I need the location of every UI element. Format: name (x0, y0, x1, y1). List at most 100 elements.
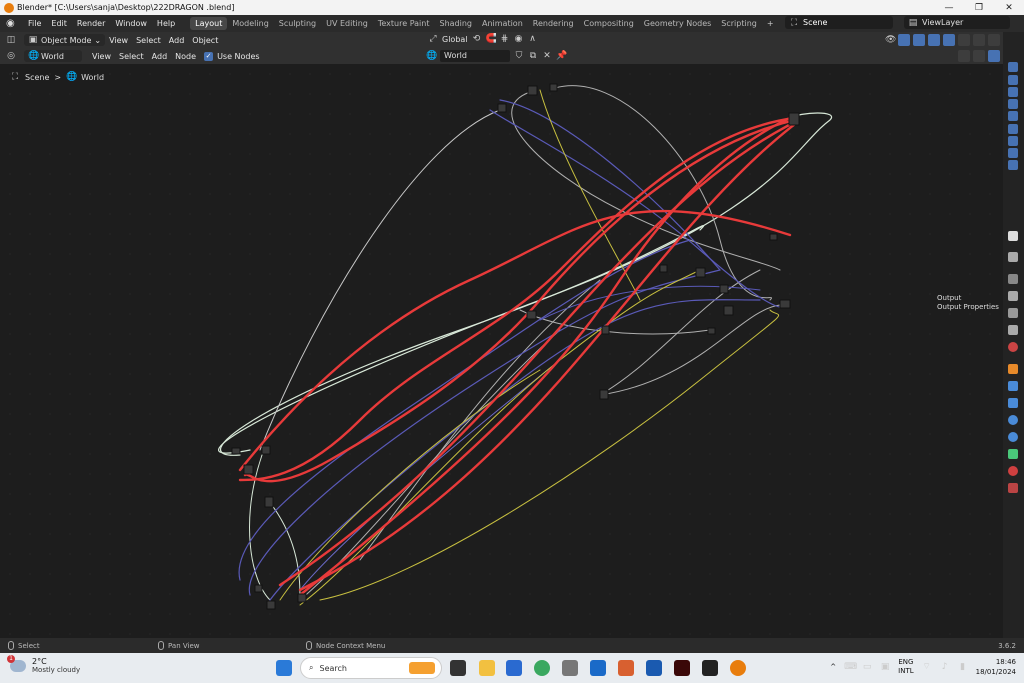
camera-tab-icon[interactable] (1008, 160, 1018, 170)
mouse-left-icon (8, 641, 14, 650)
status-pan: Pan View (158, 641, 199, 650)
constraints-tab-icon[interactable] (1008, 432, 1018, 442)
search-icon: ⌕ (309, 663, 314, 672)
store-icon[interactable] (506, 660, 522, 676)
lang-primary: ENG (898, 658, 914, 666)
node-box (261, 445, 271, 455)
mail-icon[interactable] (646, 660, 662, 676)
properties-editor-icon[interactable] (1008, 231, 1018, 241)
wire-blue (238, 239, 691, 581)
node-box (266, 600, 276, 610)
node-box (231, 447, 241, 455)
search-label: Search (319, 663, 347, 673)
tray-caret[interactable]: ^ (830, 663, 836, 671)
node-boxes (231, 83, 800, 610)
camera-tab-icon[interactable] (1008, 62, 1018, 72)
file-explorer-icon[interactable] (479, 660, 495, 676)
outlook-icon[interactable] (590, 660, 606, 676)
camera-tab-icon[interactable] (1008, 75, 1018, 85)
node-box (527, 85, 538, 96)
mouse-middle-icon (158, 641, 164, 650)
weather-widget[interactable]: 1 2°C Mostly cloudy (7, 654, 81, 674)
language-indicator[interactable]: ENG INTL (898, 658, 913, 676)
app-icon[interactable] (618, 660, 634, 676)
node-box (779, 299, 791, 309)
search-highlight-icon (409, 662, 435, 674)
camera-tab-icon[interactable] (1008, 136, 1018, 146)
node-box (695, 267, 706, 278)
sticky-notes-icon[interactable] (702, 660, 718, 676)
chrome-icon[interactable] (534, 660, 550, 676)
render-tab-icon[interactable] (1008, 274, 1018, 284)
object-tab-icon[interactable] (1008, 364, 1018, 374)
meet-icon[interactable]: ▣ (880, 662, 890, 672)
tooltip: Output Output Properties (937, 294, 999, 312)
physics-tab-icon[interactable] (1008, 415, 1018, 425)
node-box (769, 233, 778, 241)
status-pan-label: Pan View (168, 641, 200, 650)
wire-red (298, 116, 792, 597)
node-box (659, 264, 668, 273)
blender-taskbar-icon[interactable] (730, 660, 746, 676)
illustrator-icon[interactable] (674, 660, 690, 676)
tooltip-title: Output (937, 294, 962, 302)
wire-white (220, 225, 705, 456)
wire-white (267, 499, 301, 601)
clock[interactable]: 18:46 18/01/2024 (976, 657, 1016, 677)
view-layer-tab-icon[interactable] (1008, 308, 1018, 318)
node-box (719, 284, 729, 294)
node-box (707, 327, 716, 335)
blender-window: Blender* [C:\Users\sanja\Desktop\222DRAG… (0, 0, 1024, 683)
keyboard-icon[interactable]: ⌨ (844, 662, 857, 672)
breadcrumb-scene[interactable]: Scene (25, 73, 49, 82)
node-wires (217, 83, 833, 610)
node-box (297, 593, 307, 603)
material-tab-icon[interactable] (1008, 466, 1018, 476)
display-icon[interactable]: ▭ (862, 662, 872, 672)
camera-tab-icon[interactable] (1008, 148, 1018, 158)
texture-tab-icon[interactable] (1008, 483, 1018, 493)
wire-white (259, 109, 501, 451)
camera-tab-icon[interactable] (1008, 99, 1018, 109)
taskbar-search[interactable]: ⌕ Search (300, 657, 442, 679)
status-bar: Select Pan View Node Context Menu 3.6.2 (0, 638, 1024, 653)
battery-icon[interactable]: ▮ (958, 662, 968, 672)
particles-tab-icon[interactable] (1008, 398, 1018, 408)
status-context-label: Node Context Menu (316, 641, 386, 650)
wire-gray (599, 304, 781, 396)
settings-icon[interactable] (562, 660, 578, 676)
modifier-tab-icon[interactable] (1008, 381, 1018, 391)
wifi-icon[interactable]: ⌔ (922, 662, 932, 672)
wire-red (238, 209, 792, 472)
mouse-right-icon (306, 641, 312, 650)
clock-date: 18/01/2024 (975, 668, 1016, 676)
node-box (264, 496, 274, 508)
scene-tab-icon[interactable] (1008, 325, 1018, 335)
camera-tab-icon[interactable] (1008, 87, 1018, 97)
wire-red (278, 120, 797, 587)
wire-gray (599, 269, 761, 396)
volume-icon[interactable]: ♪ (940, 662, 950, 672)
tooltip-subtitle: Output Properties (937, 303, 999, 311)
properties-tab-bar (1003, 32, 1024, 638)
breadcrumb-world[interactable]: World (81, 73, 104, 82)
start-button-icon[interactable] (276, 660, 292, 676)
windows-taskbar: 1 2°C Mostly cloudy ⌕ Search ^ ⌨ ▭ ▣ ENG… (0, 653, 1024, 683)
camera-tab-icon[interactable] (1008, 124, 1018, 134)
breadcrumb: ⛶ Scene > 🌐 World (10, 72, 104, 82)
tool-tab-icon[interactable] (1008, 252, 1018, 262)
data-tab-icon[interactable] (1008, 449, 1018, 459)
system-tray: ^ ⌨ ▭ ▣ ENG INTL ⌔ ♪ ▮ 18:46 18/01/2024 (830, 657, 1016, 677)
wire-blue (299, 359, 561, 591)
task-view-icon[interactable] (450, 660, 466, 676)
camera-tab-icon[interactable] (1008, 111, 1018, 121)
node-box (723, 305, 734, 316)
node-box (497, 103, 507, 113)
wire-red (298, 122, 797, 592)
cloud-icon: 1 (7, 654, 26, 672)
node-box (254, 584, 263, 593)
output-tab-icon[interactable] (1008, 291, 1018, 301)
world-tab-icon[interactable] (1008, 342, 1018, 352)
status-select-label: Select (18, 641, 40, 650)
weather-desc: Mostly cloudy (32, 666, 81, 674)
